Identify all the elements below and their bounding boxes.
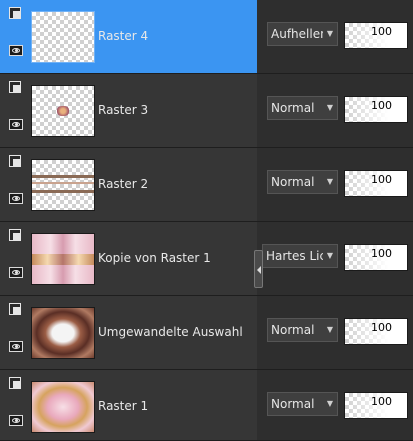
eye-icon[interactable] [9, 341, 23, 352]
layer-row-raster-4[interactable]: Raster 4 Aufhellen ▼ 100 [0, 0, 413, 74]
layer-thumbnail[interactable] [31, 159, 95, 211]
layer-info-panel[interactable]: Umgewandelte Auswahl [0, 296, 257, 370]
opacity-value[interactable]: 100 [371, 25, 392, 38]
chevron-down-icon[interactable]: ▼ [323, 245, 337, 267]
layer-info-panel[interactable]: Kopie von Raster 1 [0, 222, 257, 296]
panel-splitter-handle[interactable] [254, 250, 263, 288]
opacity-value[interactable]: 100 [371, 395, 392, 408]
opacity-stepper[interactable] [395, 171, 407, 196]
layer-name[interactable]: Kopie von Raster 1 [98, 251, 211, 265]
blend-mode-value: Normal [271, 397, 315, 411]
layer-thumbnail[interactable] [31, 85, 95, 137]
layer-thumbnail[interactable] [31, 381, 95, 433]
chevron-down-icon[interactable]: ▼ [323, 393, 337, 415]
opacity-slider[interactable]: 100 [344, 392, 408, 419]
blend-mode-select[interactable]: Aufhellen ▼ [267, 22, 338, 46]
layer-row-raster-2[interactable]: Raster 2 Normal ▼ 100 [0, 148, 413, 222]
eye-icon[interactable] [9, 193, 23, 204]
layer-properties: Normal ▼ 100 [257, 148, 413, 222]
thumbnail-line-top [32, 175, 94, 178]
layer-properties: Normal ▼ 100 [257, 296, 413, 370]
layer-row-raster-3[interactable]: Raster 3 Normal ▼ 100 [0, 74, 413, 148]
layer-thumbnail[interactable] [31, 233, 95, 285]
eye-icon[interactable] [9, 119, 23, 130]
opacity-value[interactable]: 100 [371, 99, 392, 112]
layer-name[interactable]: Raster 2 [98, 177, 148, 191]
blend-mode-select[interactable]: Normal ▼ [267, 96, 338, 120]
layer-properties: Aufhellen ▼ 100 [257, 0, 413, 74]
chevron-down-icon[interactable]: ▼ [323, 23, 337, 45]
blend-mode-select[interactable]: Normal ▼ [267, 318, 338, 342]
layer-palette: Raster 4 Aufhellen ▼ 100 Raster 3 Normal… [0, 0, 413, 441]
opacity-value[interactable]: 100 [371, 173, 392, 186]
layer-thumbnail[interactable] [31, 11, 95, 63]
layer-properties: Hartes Licht ▼ 100 [257, 222, 413, 296]
layer-group-icon[interactable] [9, 377, 21, 389]
layer-info-panel[interactable]: Raster 3 [0, 74, 257, 148]
chevron-down-icon[interactable]: ▼ [323, 171, 337, 193]
opacity-slider[interactable]: 100 [344, 170, 408, 197]
layer-group-icon[interactable] [9, 229, 21, 241]
opacity-slider[interactable]: 100 [344, 96, 408, 123]
thumbnail-line-bottom [32, 190, 94, 193]
blend-mode-value: Normal [271, 323, 315, 337]
blend-mode-value: Normal [271, 175, 315, 189]
layer-group-icon[interactable] [9, 81, 21, 93]
layer-properties: Normal ▼ 100 [257, 74, 413, 148]
layer-thumbnail[interactable] [31, 307, 95, 359]
opacity-stepper[interactable] [395, 245, 407, 270]
opacity-slider[interactable]: 100 [344, 244, 408, 271]
blend-mode-select[interactable]: Normal ▼ [267, 392, 338, 416]
layer-name[interactable]: Raster 3 [98, 103, 148, 117]
layer-row-umgewandelte-auswahl[interactable]: Umgewandelte Auswahl Normal ▼ 100 [0, 296, 413, 370]
chevron-down-icon[interactable]: ▼ [323, 97, 337, 119]
thumbnail-object [57, 106, 69, 116]
layer-name[interactable]: Raster 1 [98, 399, 148, 413]
opacity-stepper[interactable] [395, 23, 407, 48]
blend-mode-value: Aufhellen [271, 27, 328, 41]
eye-icon[interactable] [9, 415, 23, 426]
layer-info-panel[interactable]: Raster 4 [0, 0, 257, 74]
layer-group-icon[interactable] [9, 155, 21, 167]
layer-group-icon[interactable] [9, 303, 21, 315]
blend-mode-select[interactable]: Normal ▼ [267, 170, 338, 194]
opacity-stepper[interactable] [395, 97, 407, 122]
layer-properties: Normal ▼ 100 [257, 370, 413, 441]
blend-mode-select[interactable]: Hartes Licht ▼ [262, 244, 338, 268]
opacity-value[interactable]: 100 [371, 321, 392, 334]
opacity-slider[interactable]: 100 [344, 22, 408, 49]
blend-mode-value: Normal [271, 101, 315, 115]
eye-icon[interactable] [9, 267, 23, 278]
eye-icon[interactable] [9, 45, 23, 56]
layer-row-kopie-von-raster-1[interactable]: Kopie von Raster 1 Hartes Licht ▼ 100 [0, 222, 413, 296]
layer-name[interactable]: Raster 4 [98, 29, 148, 43]
chevron-down-icon[interactable]: ▼ [323, 319, 337, 341]
thumbnail-line-mid [32, 182, 94, 184]
layer-name[interactable]: Umgewandelte Auswahl [98, 325, 243, 339]
layer-info-panel[interactable]: Raster 1 [0, 370, 257, 441]
thumbnail-band [32, 254, 94, 265]
layer-group-icon[interactable] [9, 7, 21, 19]
opacity-stepper[interactable] [395, 393, 407, 418]
layer-row-raster-1[interactable]: Raster 1 Normal ▼ 100 [0, 370, 413, 441]
layer-info-panel[interactable]: Raster 2 [0, 148, 257, 222]
opacity-value[interactable]: 100 [371, 247, 392, 260]
opacity-stepper[interactable] [395, 319, 407, 344]
opacity-slider[interactable]: 100 [344, 318, 408, 345]
